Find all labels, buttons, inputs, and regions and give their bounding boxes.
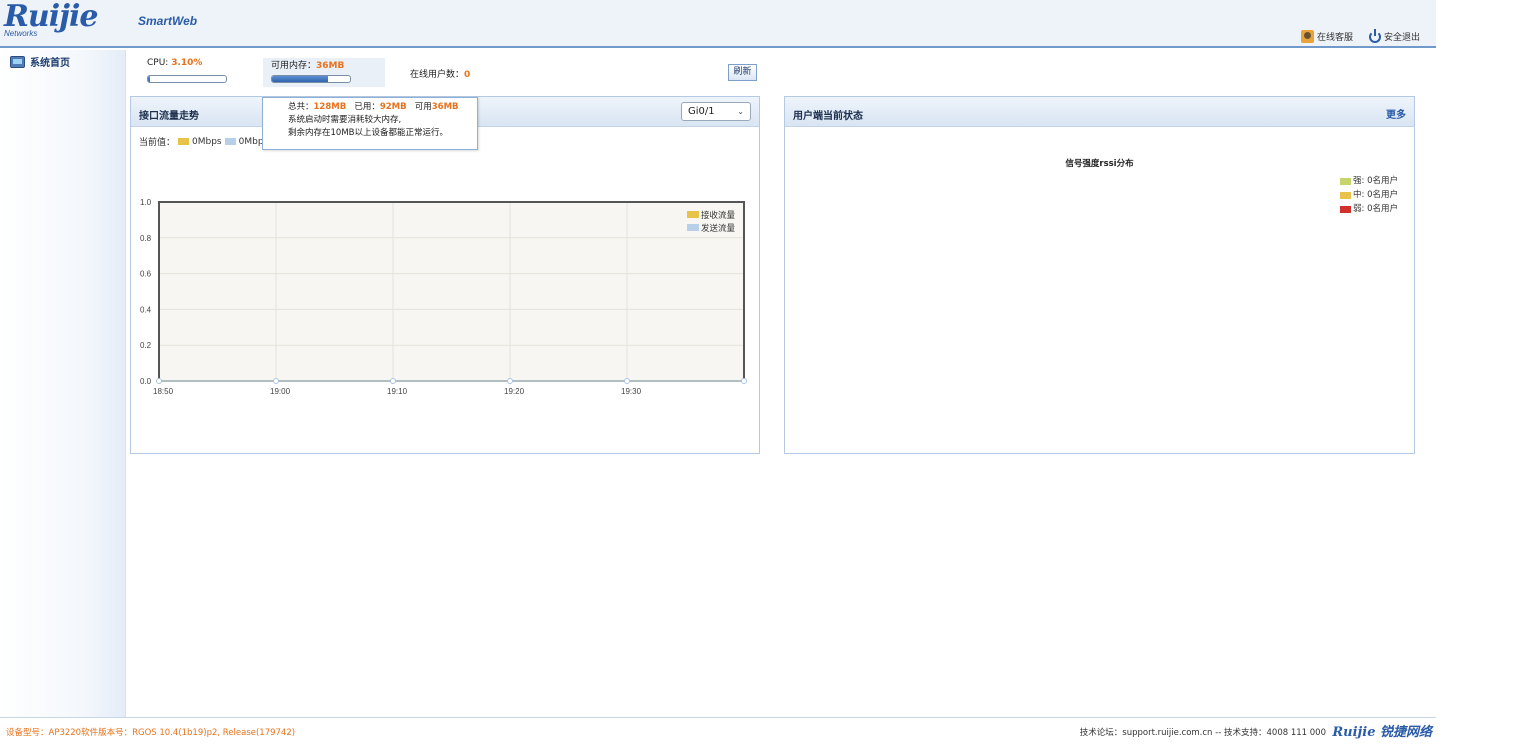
rssi-legend-weak: 弱: 0名用户	[1340, 202, 1398, 216]
data-point	[624, 378, 630, 384]
logout-label: 安全退出	[1383, 33, 1420, 43]
x-tick-label: 19:20	[504, 387, 525, 396]
memory-value: 36MB	[316, 61, 345, 71]
header-bar: Ruijie Networks SmartWeb 在线客服 安全退出	[0, 0, 1436, 48]
home-computer-icon	[10, 55, 25, 68]
rssi-chart-title: 信号强度rssi分布	[1065, 159, 1134, 169]
brand-logo-sub: Networks	[4, 29, 38, 38]
rssi-legend-strong-label: 强: 0名用户	[1353, 176, 1398, 186]
rssi-swatch-weak	[1340, 205, 1352, 213]
software-version-value: RGOS 10.4(1b19)p2, Release(179742)	[132, 728, 296, 738]
online-support-link[interactable]: 在线客服	[1300, 30, 1353, 43]
data-point	[741, 378, 747, 384]
hotline-value: 4008 111 000	[1266, 728, 1326, 738]
logout-link[interactable]: 安全退出	[1368, 28, 1420, 43]
data-point	[390, 378, 396, 384]
cpu-progress-bar	[147, 75, 227, 83]
user-status-panel-header: 用户端当前状态 更多	[785, 97, 1414, 127]
forum-link[interactable]: support.ruijie.com.cn	[1122, 728, 1212, 738]
user-status-panel: 用户端当前状态 更多 信号强度rssi分布 强: 0名用户 中: 0名用户 弱:…	[784, 96, 1415, 454]
plot-area	[159, 202, 744, 381]
y-tick-label: 0.0	[140, 377, 152, 386]
rssi-swatch-medium	[1340, 191, 1352, 199]
software-version-label: 软件版本号：	[81, 728, 133, 738]
data-point	[273, 378, 279, 384]
rssi-swatch-strong	[1340, 177, 1352, 185]
legend-label: 接收流量	[701, 210, 736, 221]
hotline-label: 技术支持：	[1224, 728, 1267, 738]
product-name: SmartWeb	[138, 14, 198, 28]
tooltip-total-label: 总共：	[288, 102, 314, 112]
y-tick-label: 0.2	[140, 341, 152, 350]
tooltip-line-2: 系统启动时需要消耗较大内存,	[288, 115, 402, 125]
x-tick-label: 19:30	[621, 387, 642, 396]
online-support-label: 在线客服	[1316, 33, 1353, 43]
tooltip-total-value: 128MB	[313, 102, 347, 112]
sidebar-item-home[interactable]: 系统首页	[10, 54, 70, 69]
rssi-legend-medium-label: 中: 0名用户	[1353, 190, 1398, 200]
x-tick-label: 19:10	[387, 387, 408, 396]
sidebar: 系统首页	[0, 50, 126, 717]
tooltip-used-value: 92MB	[379, 102, 407, 112]
cpu-label: CPU:	[147, 58, 172, 68]
footer-separator: --	[1212, 728, 1224, 738]
memory-label: 可用内存：	[271, 61, 317, 71]
cpu-status: CPU: 3.10%	[147, 58, 202, 68]
online-users-status: 在线用户数：0	[410, 67, 470, 80]
y-tick-label: 0.4	[140, 305, 152, 314]
tooltip-line-3: 剩余内存在10MB以上设备都能正常运行。	[288, 128, 448, 138]
header-links: 在线客服 安全退出	[1300, 28, 1420, 43]
tooltip-line-1: 总共：128MB 已用：92MB 可用36MB	[288, 101, 477, 114]
forum-label: 技术论坛：	[1079, 728, 1123, 738]
x-tick-label: 19:00	[270, 387, 291, 396]
footer: 设备型号：AP3220软件版本号：RGOS 10.4(1b19)p2, Rele…	[0, 717, 1436, 743]
brand-logo: Ruijie	[4, 0, 98, 34]
x-tick-label: 18:50	[153, 387, 174, 396]
memory-progress-bar[interactable]	[271, 75, 351, 83]
tooltip-avail-value: 36MB	[431, 102, 459, 112]
legend-label: 发送流量	[701, 223, 736, 234]
memory-status: 可用内存：36MB	[271, 58, 344, 71]
rssi-legend-weak-label: 弱: 0名用户	[1353, 204, 1398, 214]
rssi-legend-strong: 强: 0名用户	[1340, 174, 1398, 188]
online-users-label: 在线用户数：	[410, 70, 465, 80]
device-info: 设备型号：AP3220软件版本号：RGOS 10.4(1b19)p2, Rele…	[6, 726, 295, 738]
y-tick-label: 1.0	[140, 198, 152, 207]
footer-logo: Ruijie 锐捷网络	[1332, 725, 1432, 740]
data-point	[507, 378, 513, 384]
rssi-legend: 强: 0名用户 中: 0名用户 弱: 0名用户	[1340, 174, 1398, 216]
tooltip-avail-label: 可用	[414, 102, 432, 112]
sidebar-item-label: 系统首页	[30, 58, 70, 69]
device-model-value: AP3220	[48, 728, 82, 738]
y-tick-label: 0.8	[140, 234, 152, 243]
memory-progress-fill	[272, 76, 329, 82]
more-link[interactable]: 更多	[1386, 106, 1406, 121]
support-info: 技术论坛：support.ruijie.com.cn -- 技术支持：4008 …	[1080, 726, 1326, 738]
online-users-value: 0	[464, 70, 471, 80]
refresh-button[interactable]: 刷新	[728, 64, 757, 81]
device-model-label: 设备型号：	[6, 728, 49, 738]
traffic-chart: 0.0 0.2 0.4 0.6 0.8 1.0 18:50 19:00 19:10 19:20 19…	[140, 198, 747, 396]
data-point	[156, 378, 162, 384]
legend-swatch	[687, 224, 699, 231]
tooltip-used-label: 已用：	[354, 102, 380, 112]
user-status-panel-title: 用户端当前状态	[793, 111, 863, 122]
y-tick-label: 0.6	[140, 270, 152, 279]
cpu-value: 3.10%	[171, 58, 203, 68]
cpu-progress-fill	[148, 76, 151, 82]
legend-swatch	[687, 211, 699, 218]
rssi-legend-medium: 中: 0名用户	[1340, 188, 1398, 202]
memory-tooltip: 总共：128MB 已用：92MB 可用36MB 系统启动时需要消耗较大内存, 剩…	[262, 97, 478, 150]
power-icon	[1368, 28, 1381, 43]
support-icon	[1300, 30, 1314, 43]
